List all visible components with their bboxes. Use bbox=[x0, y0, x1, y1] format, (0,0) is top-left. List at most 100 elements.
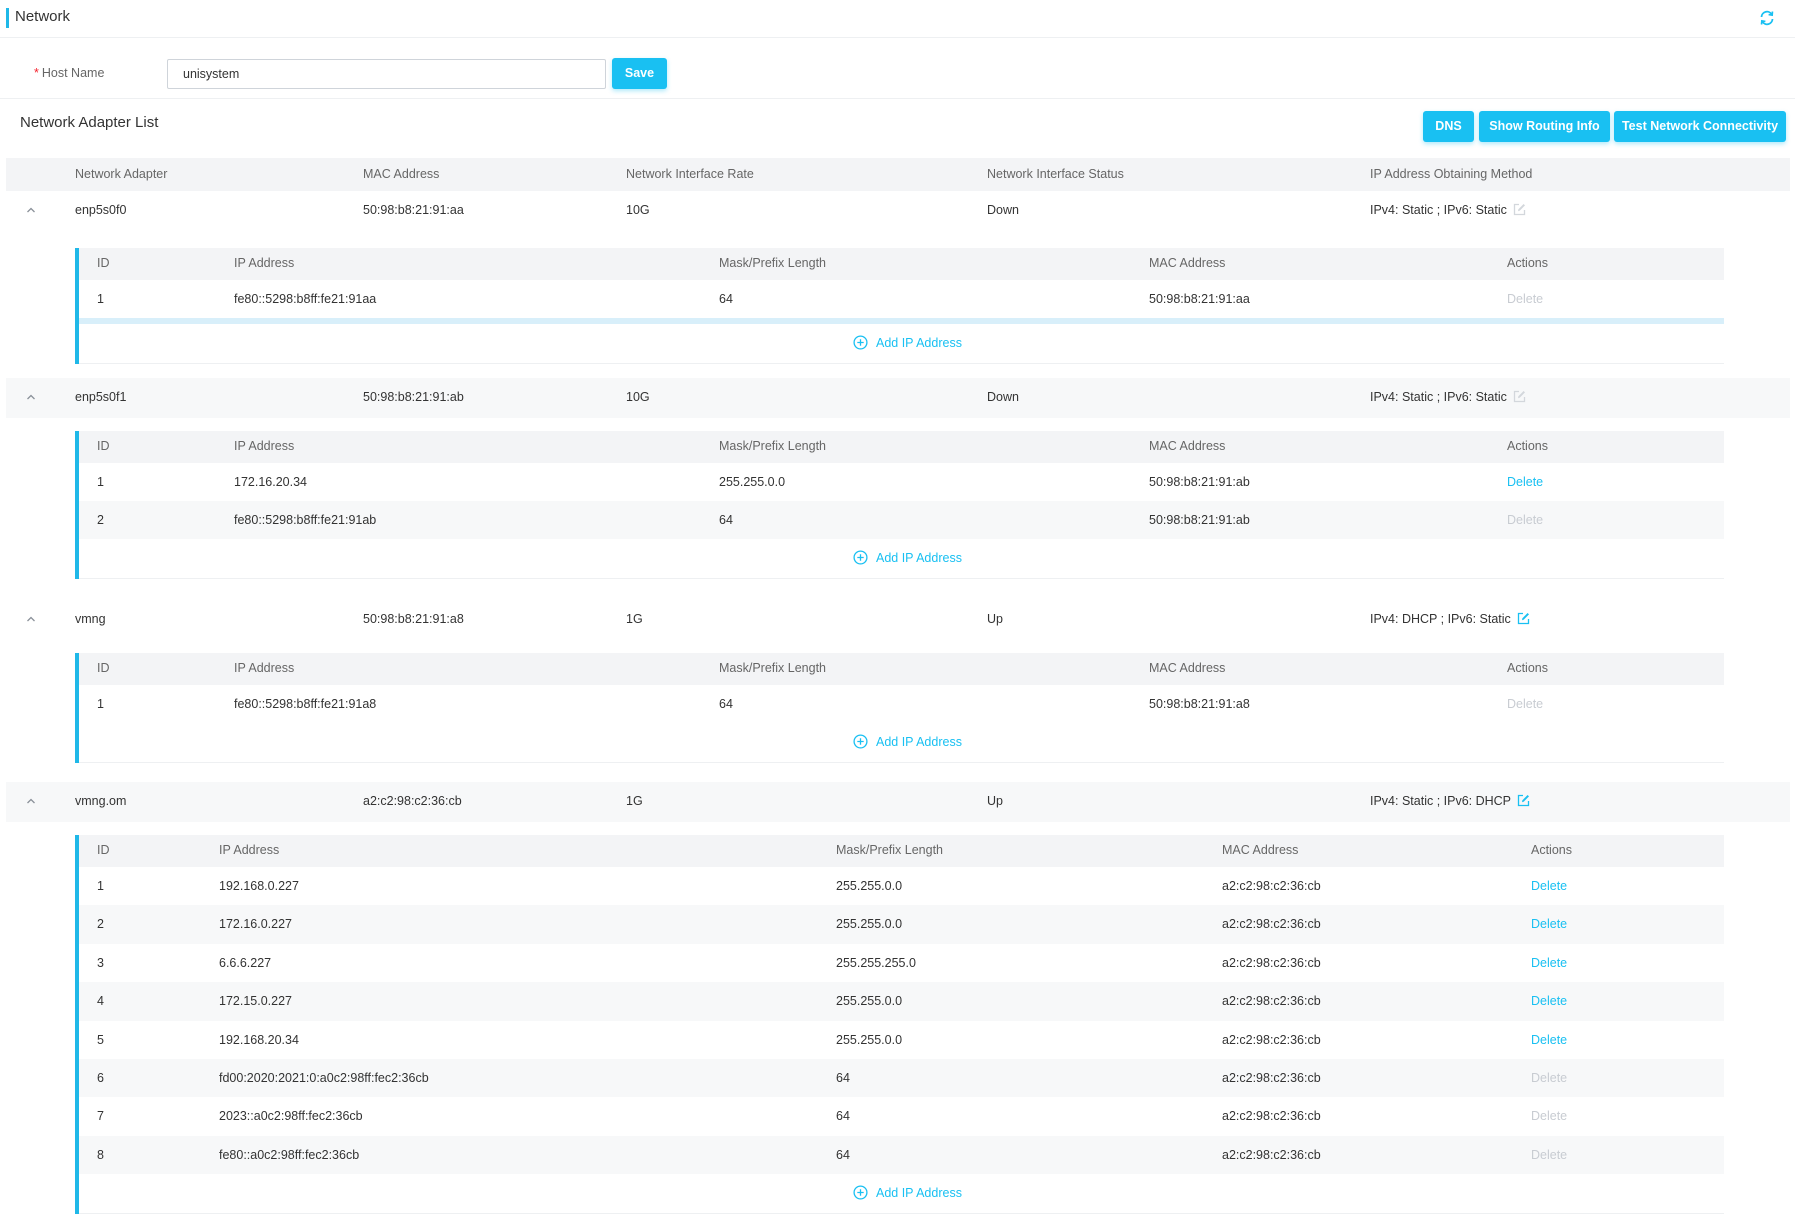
edit-icon[interactable] bbox=[1517, 612, 1530, 625]
ip-mac: a2:c2:98:c2:36:cb bbox=[1222, 879, 1321, 893]
sub-col-id: ID bbox=[97, 256, 110, 270]
delete-ip-button[interactable]: Delete bbox=[1531, 879, 1567, 893]
ip-mac: a2:c2:98:c2:36:cb bbox=[1222, 917, 1321, 932]
add-ip-label: Add IP Address bbox=[876, 1186, 962, 1201]
column-mac-address: MAC Address bbox=[363, 167, 440, 181]
page-header: Network bbox=[0, 0, 1795, 38]
adapter-ip-method: IPv4: Static ; IPv6: Static bbox=[1370, 203, 1526, 217]
edit-icon bbox=[1513, 203, 1526, 216]
ip-id: 5 bbox=[97, 1032, 104, 1047]
column-network-adapter: Network Adapter bbox=[75, 167, 168, 181]
delete-ip-button: Delete bbox=[1531, 1071, 1568, 1085]
plus-circle-icon bbox=[853, 550, 868, 565]
ip-id: 8 bbox=[97, 1147, 104, 1162]
ip-table-row: 1 fe80::5298:b8ff:fe21:91aa 64 50:98:b8:21:… bbox=[79, 280, 1724, 318]
sub-col-actions: Actions bbox=[1507, 661, 1548, 675]
ip-id: 4 bbox=[97, 994, 104, 1009]
ip-address: fd00:2020:2021:0:a0c2:98ff:fec2:36cb bbox=[219, 1071, 429, 1085]
ip-table-row: 7 2023::a0c2:98ff:fec2:36cb 64 a2:c2:98:c2:… bbox=[79, 1097, 1724, 1135]
delete-ip-button[interactable]: Delete bbox=[1507, 475, 1543, 489]
ip-mask: 255.255.0.0 bbox=[719, 475, 786, 489]
ip-mask: 64 bbox=[719, 697, 733, 711]
ip-table-row: 8 fe80::a0c2:98ff:fec2:36cb 64 a2:c2:98:c2:… bbox=[79, 1135, 1724, 1175]
ip-table-header: ID IP Address Mask/Prefix Length MAC Addres… bbox=[79, 431, 1724, 463]
adapter-row: vmng 50:98:b8:21:91:a8 1G Up IPv4: DHCP ; IP… bbox=[6, 600, 1790, 640]
adapter-status: Down bbox=[987, 390, 1019, 404]
sub-col-mac: MAC Address bbox=[1149, 256, 1226, 270]
ip-address: 172.15.0.227 bbox=[219, 994, 292, 1009]
adapter-mac: 50:98:b8:21:91:ab bbox=[363, 390, 464, 404]
ip-mask: 255.255.0.0 bbox=[836, 1032, 903, 1047]
adapter-status: Up bbox=[987, 794, 1003, 808]
ip-mask: 64 bbox=[836, 1109, 850, 1124]
collapse-chevron-up-icon[interactable] bbox=[24, 613, 38, 625]
ip-id: 3 bbox=[97, 955, 104, 970]
adapter-name: vmng bbox=[75, 612, 106, 626]
add-ip-label: Add IP Address bbox=[876, 551, 962, 565]
add-ip-label: Add IP Address bbox=[876, 336, 962, 350]
ip-table-header: ID IP Address Mask/Prefix Length MAC Addres… bbox=[79, 835, 1724, 867]
ip-mac: 50:98:b8:21:91:aa bbox=[1149, 292, 1250, 306]
ip-address: 172.16.0.227 bbox=[219, 917, 292, 932]
ip-address: fe80::5298:b8ff:fe21:91ab bbox=[234, 513, 377, 527]
ip-mask: 64 bbox=[836, 1147, 850, 1162]
ip-id: 1 bbox=[97, 879, 104, 893]
network-adapter-list-title: Network Adapter List bbox=[20, 114, 159, 131]
dns-button[interactable]: DNS bbox=[1423, 111, 1474, 142]
adapter-status: Up bbox=[987, 612, 1003, 626]
ip-method-text: IPv4: Static ; IPv6: Static bbox=[1370, 203, 1507, 217]
delete-ip-button[interactable]: Delete bbox=[1531, 1033, 1567, 1047]
page-title: Network bbox=[15, 8, 71, 25]
ip-address-table: ID IP Address Mask/Prefix Length MAC Addres… bbox=[75, 431, 1724, 579]
column-ip-method: IP Address Obtaining Method bbox=[1370, 167, 1533, 181]
add-ip-address-button[interactable]: Add IP Address bbox=[853, 1185, 962, 1200]
sub-col-mask: Mask/Prefix Length bbox=[836, 843, 943, 857]
add-ip-address-button[interactable]: Add IP Address bbox=[853, 550, 962, 565]
adapter-ip-method: IPv4: DHCP ; IPv6: Static bbox=[1370, 612, 1530, 626]
ip-table-row: 1 172.16.20.34 255.255.0.0 50:98:b8:21:91:a… bbox=[79, 463, 1724, 501]
sub-col-id: ID bbox=[97, 661, 110, 675]
ip-mask: 255.255.255.0 bbox=[836, 955, 916, 970]
ip-mask: 64 bbox=[719, 513, 733, 527]
sub-col-mac: MAC Address bbox=[1222, 843, 1299, 857]
ip-mac: 50:98:b8:21:91:ab bbox=[1149, 513, 1250, 527]
ip-mac: a2:c2:98:c2:36:cb bbox=[1222, 1032, 1321, 1047]
adapter-ip-method: IPv4: Static ; IPv6: DHCP bbox=[1370, 794, 1530, 808]
collapse-chevron-up-icon[interactable] bbox=[24, 391, 38, 403]
sub-col-mask: Mask/Prefix Length bbox=[719, 439, 826, 453]
add-ip-address-button[interactable]: Add IP Address bbox=[853, 335, 962, 350]
refresh-icon[interactable] bbox=[1758, 9, 1776, 27]
test-network-connectivity-button[interactable]: Test Network Connectivity bbox=[1614, 111, 1786, 142]
ip-address: fe80::5298:b8ff:fe21:91aa bbox=[234, 292, 377, 306]
collapse-chevron-up-icon[interactable] bbox=[24, 795, 38, 807]
ip-address: 2023::a0c2:98ff:fec2:36cb bbox=[219, 1109, 363, 1124]
sub-col-mac: MAC Address bbox=[1149, 439, 1226, 453]
ip-mac: a2:c2:98:c2:36:cb bbox=[1222, 955, 1321, 970]
title-accent-bar bbox=[6, 8, 9, 28]
add-ip-address-button[interactable]: Add IP Address bbox=[853, 734, 962, 749]
show-routing-info-button[interactable]: Show Routing Info bbox=[1479, 111, 1610, 142]
delete-ip-button: Delete bbox=[1531, 1147, 1568, 1162]
delete-ip-button[interactable]: Delete bbox=[1531, 917, 1567, 931]
sub-col-ip: IP Address bbox=[219, 843, 280, 857]
add-ip-label: Add IP Address bbox=[876, 735, 962, 749]
adapter-rate: 10G bbox=[626, 203, 650, 217]
delete-ip-button[interactable]: Delete bbox=[1531, 956, 1567, 970]
delete-ip-button[interactable]: Delete bbox=[1531, 994, 1567, 1008]
plus-circle-icon bbox=[853, 734, 868, 749]
host-name-input[interactable] bbox=[167, 59, 606, 89]
ip-mask: 255.255.0.0 bbox=[836, 879, 903, 893]
edit-icon[interactable] bbox=[1517, 794, 1530, 807]
sub-col-mask: Mask/Prefix Length bbox=[719, 661, 826, 675]
ip-address: 192.168.0.227 bbox=[219, 879, 299, 893]
adapter-rate: 1G bbox=[626, 794, 643, 808]
ip-mac: a2:c2:98:c2:36:cb bbox=[1222, 1147, 1321, 1162]
save-button[interactable]: Save bbox=[612, 58, 667, 89]
ip-table-row: 6 fd00:2020:2021:0:a0c2:98ff:fec2:36cb 64 a… bbox=[79, 1059, 1724, 1098]
plus-circle-icon bbox=[853, 335, 868, 350]
adapter-name: enp5s0f1 bbox=[75, 390, 127, 404]
adapter-row: enp5s0f1 50:98:b8:21:91:ab 10G Down IPv4: St… bbox=[6, 378, 1790, 418]
collapse-chevron-up-icon[interactable] bbox=[24, 204, 38, 216]
sub-col-ip: IP Address bbox=[234, 661, 295, 675]
adapter-ip-method: IPv4: Static ; IPv6: Static bbox=[1370, 390, 1526, 404]
